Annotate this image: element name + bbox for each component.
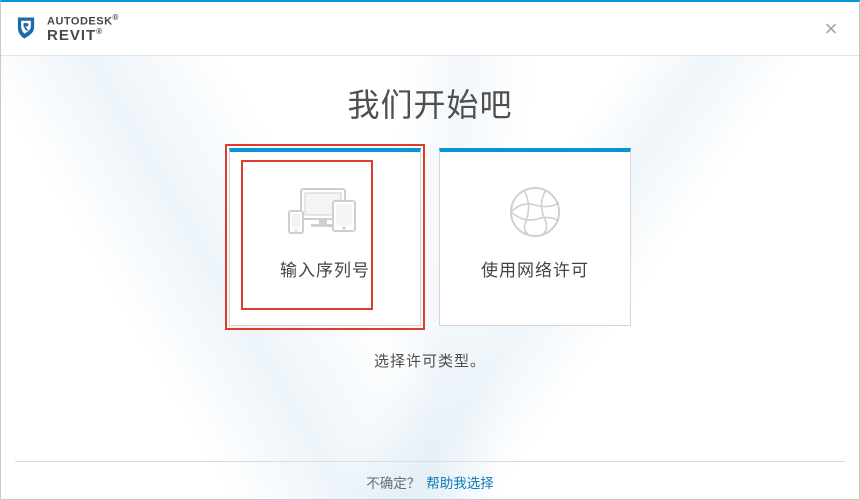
help-choose-link[interactable]: 帮助我选择	[426, 472, 494, 492]
brand-top: AUTODESK®	[47, 14, 119, 28]
content-area: 我们开始吧	[1, 56, 859, 500]
brand-block: AUTODESK® REVIT®	[13, 14, 119, 44]
license-cards: 输入序列号 使用网络许可	[1, 148, 859, 326]
card-label: 使用网络许可	[481, 256, 589, 281]
page-title: 我们开始吧	[1, 56, 859, 126]
titlebar: AUTODESK® REVIT® ×	[1, 2, 859, 56]
brand-top-text: AUTODESK	[47, 15, 113, 27]
card-label: 输入序列号	[280, 256, 370, 281]
card-serial-number[interactable]: 输入序列号	[229, 148, 421, 326]
brand-bottom-mark: ®	[96, 27, 103, 36]
close-icon: ×	[825, 16, 838, 42]
brand-text: AUTODESK® REVIT®	[47, 14, 119, 44]
brand-top-mark: ®	[113, 13, 119, 22]
revit-logo-icon	[13, 15, 39, 41]
activation-window: AUTODESK® REVIT® × 我们开始吧	[0, 0, 860, 500]
card-network-license[interactable]: 使用网络许可	[439, 148, 631, 326]
globe-icon	[440, 178, 630, 246]
card-wrap-serial: 输入序列号	[229, 148, 421, 326]
brand-bottom: REVIT®	[47, 28, 119, 44]
close-button[interactable]: ×	[817, 15, 845, 43]
brand-bottom-text: REVIT	[47, 27, 96, 44]
instruction-text: 选择许可类型。	[1, 350, 859, 371]
footer-prompt: 不确定？	[366, 472, 420, 492]
footer: 不确定？ 帮助我选择	[15, 461, 845, 492]
devices-icon	[230, 178, 420, 246]
card-wrap-network: 使用网络许可	[439, 148, 631, 326]
